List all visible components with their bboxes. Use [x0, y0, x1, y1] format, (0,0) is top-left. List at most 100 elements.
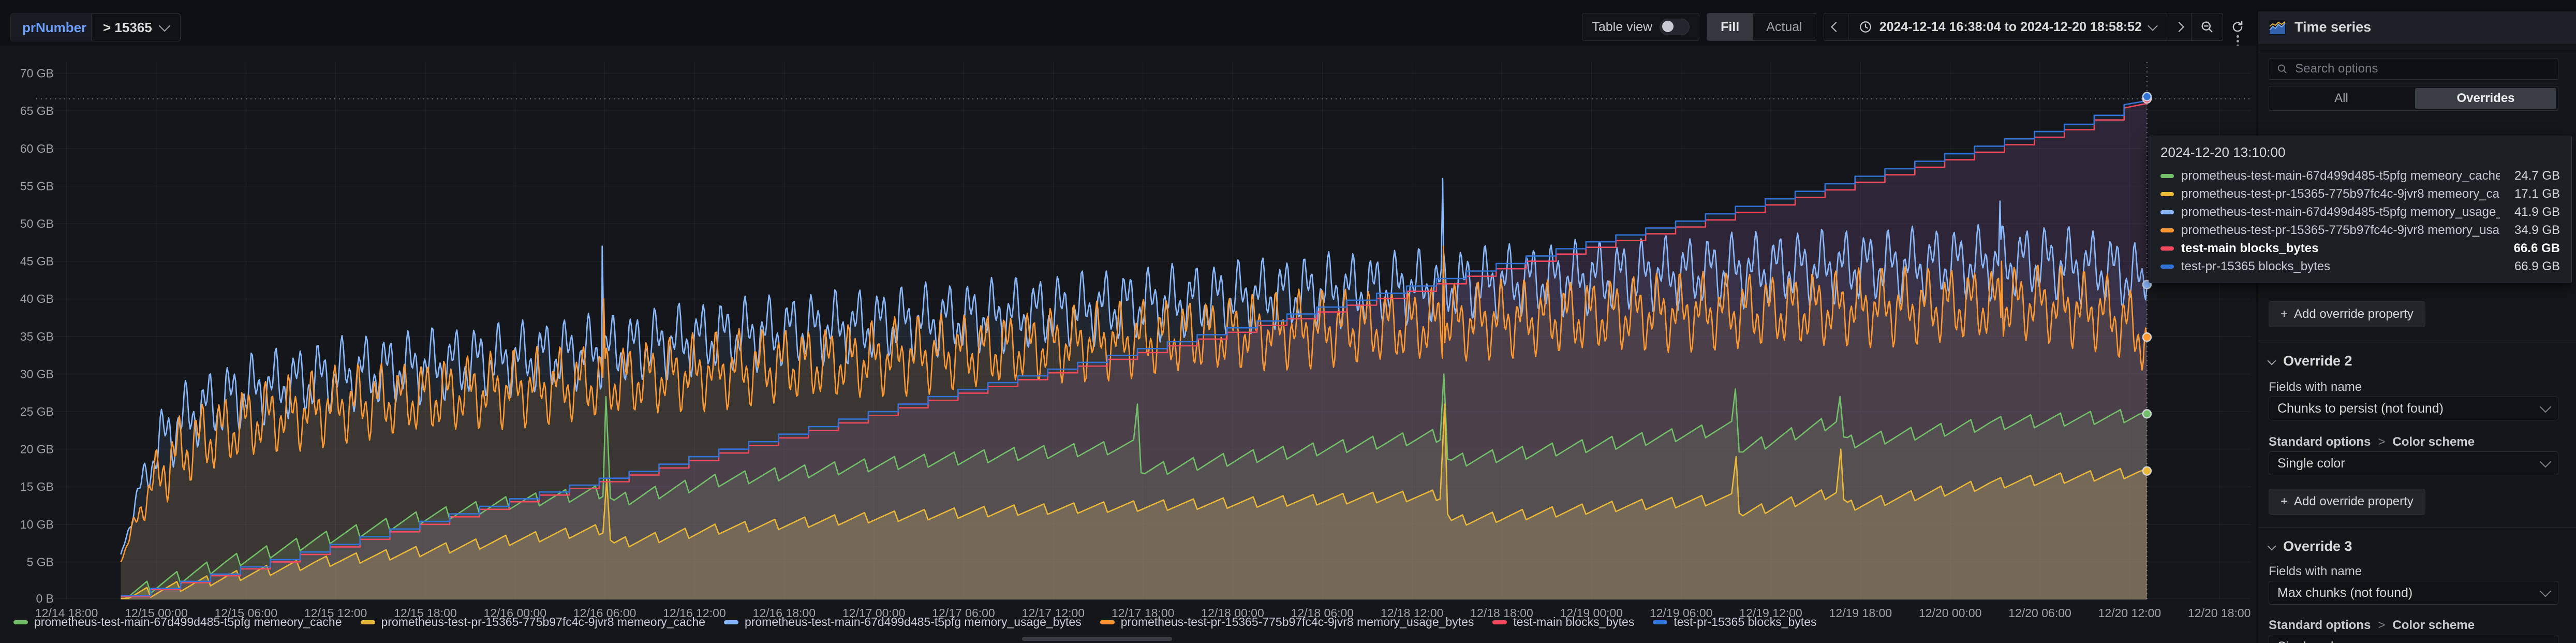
tooltip-row: prometheus-test-main-67d499d485-t5pfg me… [2160, 167, 2560, 185]
override2-color-scheme-select[interactable]: Single color [2269, 451, 2558, 475]
refresh-icon[interactable] [2230, 20, 2245, 34]
y-axis-tick: 10 GB [20, 518, 54, 531]
y-axis-tick: 60 GB [20, 142, 54, 155]
legend-item[interactable]: prometheus-test-pr-15365-775b97fc4c-9jvr… [361, 615, 705, 629]
legend-swatch [724, 620, 738, 624]
panel-toolbar: Table view Fill Actual 2024-12-14 16:38:… [1582, 13, 2245, 40]
zoom-out-button[interactable] [2192, 13, 2223, 40]
legend-swatch [13, 620, 28, 624]
legend-item[interactable]: test-main blocks_bytes [1492, 615, 1634, 629]
legend-label: test-pr-15365 blocks_bytes [1674, 615, 1816, 629]
tooltip-series-name: prometheus-test-main-67d499d485-t5pfg me… [2181, 169, 2500, 183]
variable-value-dropdown[interactable]: > 15365 [91, 13, 181, 41]
override3-header[interactable]: Override 3 [2269, 538, 2352, 554]
time-shift-back-button[interactable] [1824, 13, 1848, 40]
chevron-down-icon [2148, 21, 2158, 31]
legend-item[interactable]: test-pr-15365 blocks_bytes [1653, 615, 1816, 629]
select-value: Single color [2277, 456, 2345, 471]
override3-field-select[interactable]: Max chunks (not found) [2269, 581, 2558, 605]
chevron-down-icon [2540, 456, 2552, 468]
y-axis-tick: 15 GB [20, 480, 54, 493]
tooltip-series-swatch [2160, 246, 2174, 251]
time-shift-forward-button[interactable] [2167, 13, 2192, 40]
options-pane-header[interactable]: Time series [2258, 11, 2576, 43]
search-input[interactable] [2294, 61, 2551, 77]
chart-tooltip: 2024-12-20 13:10:00 prometheus-test-main… [2149, 136, 2572, 283]
tooltip-row: prometheus-test-pr-15365-775b97fc4c-9jvr… [2160, 185, 2560, 203]
add-override-label: Add override property [2294, 307, 2414, 322]
tooltip-series-value: 66.9 GB [2514, 259, 2560, 274]
override-title: Override 3 [2283, 538, 2352, 554]
y-axis-tick: 25 GB [20, 405, 54, 418]
panel-options-pane: Time series All Overrides Single color +… [2258, 11, 2576, 643]
legend-swatch [1100, 620, 1115, 624]
legend-item[interactable]: prometheus-test-main-67d499d485-t5pfg me… [724, 615, 1082, 629]
add-override-property-button[interactable]: + Add override property [2269, 301, 2425, 327]
variable-name-chip[interactable]: prNumber [10, 13, 98, 41]
y-axis-tick: 45 GB [20, 255, 54, 268]
toggle-knob [1662, 21, 1674, 32]
table-view-label: Table view [1592, 20, 1652, 35]
tooltip-series-value: 24.7 GB [2514, 169, 2560, 183]
chevron-down-icon [2540, 586, 2552, 597]
legend-swatch [1492, 620, 1507, 624]
override-title: Override 2 [2283, 353, 2352, 369]
add-override-label: Add override property [2294, 494, 2414, 509]
legend-item[interactable]: prometheus-test-pr-15365-775b97fc4c-9jvr… [1100, 615, 1474, 629]
tab-overrides[interactable]: Overrides [2415, 88, 2556, 109]
tooltip-series-swatch [2160, 265, 2174, 269]
fields-with-name-label: Fields with name [2269, 380, 2362, 394]
y-axis-tick: 20 GB [20, 443, 54, 456]
override2-field-select[interactable]: Chunks to persist (not found) [2269, 397, 2558, 420]
tooltip-series-swatch [2160, 174, 2174, 178]
tooltip-row: test-main blocks_bytes66.6 GB [2160, 239, 2560, 257]
table-view-toggle[interactable] [1660, 19, 1690, 35]
select-value: Max chunks (not found) [2277, 586, 2412, 601]
options-pane-title: Time series [2294, 19, 2371, 35]
options-filter-tabs: All Overrides [2269, 86, 2558, 111]
chevron-left-icon [1831, 22, 1841, 32]
select-value: Chunks to persist (not found) [2277, 401, 2444, 416]
chevron-down-icon [2268, 356, 2276, 365]
breadcrumb-color-scheme: Color scheme [2392, 435, 2475, 449]
breadcrumb-separator-icon: > [2378, 435, 2385, 449]
y-axis-tick: 55 GB [20, 179, 54, 193]
series-endpoint-marker [2143, 333, 2151, 341]
options-search-box[interactable] [2269, 58, 2558, 80]
tooltip-series-swatch [2160, 228, 2174, 232]
y-axis-tick: 65 GB [20, 104, 54, 118]
tooltip-row: prometheus-test-main-67d499d485-t5pfg me… [2160, 203, 2560, 221]
fields-with-name-label: Fields with name [2269, 564, 2362, 579]
y-axis-tick: 5 GB [27, 555, 54, 568]
actual-option[interactable]: Actual [1753, 13, 1815, 40]
legend-item[interactable]: prometheus-test-main-67d499d485-t5pfg me… [13, 615, 342, 629]
y-axis-tick: 35 GB [20, 330, 54, 343]
breadcrumb-color-scheme: Color scheme [2392, 618, 2475, 633]
select-value: Single color [2277, 639, 2345, 643]
legend-label: prometheus-test-main-67d499d485-t5pfg me… [34, 615, 342, 629]
add-override-property-button[interactable]: + Add override property [2269, 489, 2425, 515]
plus-icon: + [2281, 307, 2288, 322]
legend-swatch [361, 620, 375, 624]
horizontal-scrollbar[interactable] [1022, 637, 1172, 641]
chevron-down-icon [2540, 401, 2552, 413]
tooltip-series-value: 17.1 GB [2514, 187, 2560, 201]
time-range-picker[interactable]: 2024-12-14 16:38:04 to 2024-12-20 18:58:… [1848, 13, 2167, 40]
variable-name-label: prNumber [22, 20, 86, 36]
fill-option[interactable]: Fill [1707, 13, 1753, 40]
override3-color-scheme-select[interactable]: Single color [2269, 635, 2558, 643]
override3-property-breadcrumb: Standard options > Color scheme [2269, 618, 2475, 633]
tooltip-series-name: test-main blocks_bytes [2181, 241, 2499, 256]
time-series-viz-icon [2269, 20, 2286, 35]
table-view-control: Table view [1582, 13, 1699, 41]
override2-header[interactable]: Override 2 [2269, 353, 2352, 369]
time-range-label: 2024-12-14 16:38:04 to 2024-12-20 18:58:… [1879, 20, 2142, 35]
breadcrumb-standard-options: Standard options [2269, 618, 2371, 633]
chevron-down-icon [158, 20, 170, 32]
time-series-chart[interactable]: 0 B5 GB10 GB15 GB20 GB25 GB30 GB35 GB40 … [0, 46, 2256, 643]
chevron-down-icon [2268, 542, 2276, 550]
y-axis-tick: 0 B [36, 592, 54, 605]
breadcrumb-separator-icon: > [2378, 618, 2385, 633]
tab-all[interactable]: All [2271, 88, 2412, 109]
divider [2258, 527, 2576, 528]
